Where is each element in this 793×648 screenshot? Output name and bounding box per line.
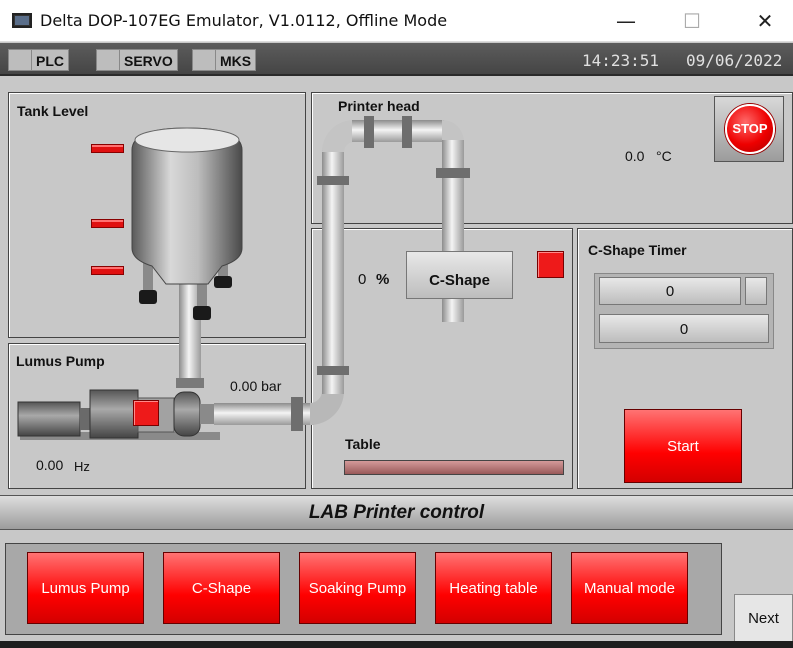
tank-level-high-lamp (91, 144, 124, 153)
timer-spin-button[interactable] (745, 277, 767, 305)
stop-button[interactable]: STOP (714, 96, 784, 162)
cshape-status-lamp (537, 251, 564, 278)
stop-label: STOP (725, 104, 775, 154)
tank-level-mid-lamp (91, 219, 124, 228)
tank-level-low-lamp (91, 266, 124, 275)
taskbar-strip (0, 641, 793, 648)
timer-value: 0 (599, 314, 769, 343)
pipe-flange (291, 397, 303, 431)
nav-soaking-pump-button[interactable]: Soaking Pump (299, 552, 416, 624)
progress-percent-unit: % (376, 271, 390, 288)
pump-motor (17, 401, 81, 437)
pump-frequency-unit: Hz (74, 459, 90, 474)
progress-percent-value: 0 (358, 271, 367, 288)
nav-manual-mode-button[interactable]: Manual mode (571, 552, 688, 624)
pump-housing (89, 389, 139, 439)
pipe-flange (317, 176, 349, 185)
pipe-elbow (322, 120, 354, 152)
riser-pipe (322, 150, 344, 394)
nav-lumus-pump-button[interactable]: Lumus Pump (27, 552, 144, 624)
pipe-flange (436, 168, 470, 178)
head-temperature-unit: °C (656, 148, 672, 164)
tank-foot (193, 306, 211, 320)
tank-foot (214, 276, 232, 288)
pipe-elbow (310, 391, 344, 425)
tank-lid (134, 127, 240, 153)
timer-setpoint[interactable]: 0 (599, 277, 741, 305)
pipe-flange (402, 116, 412, 148)
table-label: Table (345, 436, 381, 452)
nav-heating-table-button[interactable]: Heating table (435, 552, 552, 624)
nav-cshape-button[interactable]: C-Shape (163, 552, 280, 624)
pump-status-lamp (133, 400, 159, 426)
pipe-flange (317, 366, 349, 375)
pump-pressure: 0.00 bar (230, 378, 282, 394)
head-temperature-value: 0.0 (625, 148, 645, 164)
start-button[interactable]: Start (624, 409, 742, 483)
pipe-elbow (442, 120, 464, 142)
table-temperature-bar (344, 460, 564, 475)
pipe-flange (364, 116, 374, 148)
emulator-window: Delta DOP-107EG Emulator, V1.0112, Offli… (0, 0, 793, 648)
footer-title: LAB Printer control (0, 495, 793, 530)
cshape-button[interactable]: C-Shape (406, 251, 513, 299)
pump-coupling (80, 408, 90, 430)
pump-frequency-value: 0.00 (36, 457, 64, 473)
pipe-flange (176, 378, 204, 388)
tank-foot (139, 290, 157, 304)
next-button[interactable]: Next (734, 594, 793, 644)
pump-volute (173, 391, 201, 437)
pump-outlet (200, 404, 214, 424)
